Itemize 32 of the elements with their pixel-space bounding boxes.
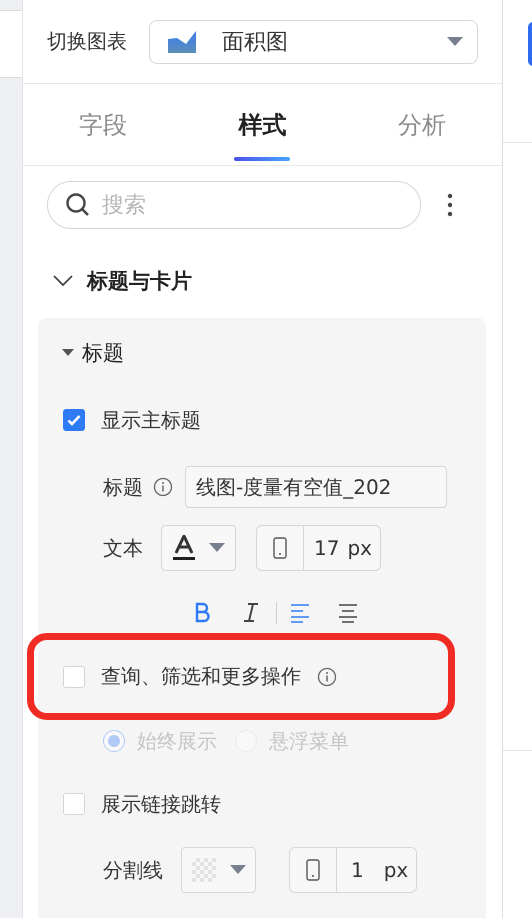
subsection-header[interactable]: 标题 bbox=[38, 318, 130, 388]
divider-label: 分割线 bbox=[103, 856, 163, 884]
info-icon[interactable] bbox=[153, 477, 173, 497]
align-left-icon bbox=[290, 602, 310, 624]
checkbox[interactable] bbox=[63, 409, 85, 431]
section-header[interactable]: 标题与卡片 bbox=[23, 244, 198, 318]
divider-color-dropdown[interactable] bbox=[181, 847, 256, 893]
title-label: 标题 bbox=[103, 474, 143, 500]
chevron-icon bbox=[53, 275, 73, 287]
chart-switch-label: 切换图表 bbox=[47, 28, 127, 55]
caret-icon bbox=[230, 865, 246, 875]
text-label: 文本 bbox=[103, 534, 143, 562]
line-width-field[interactable]: 1 px bbox=[289, 847, 418, 893]
text-color-dropdown[interactable] bbox=[161, 525, 236, 571]
caret-icon bbox=[447, 36, 463, 46]
link-jump-label: 展示链接跳转 bbox=[101, 790, 221, 818]
more-icon[interactable] bbox=[447, 193, 453, 217]
title-input[interactable]: 线图-度量有空值_202 bbox=[185, 466, 447, 508]
font-size-field[interactable]: 17 px bbox=[256, 525, 381, 571]
caret-icon bbox=[208, 543, 224, 553]
chart-type-dropdown[interactable]: 面积图 bbox=[149, 20, 478, 64]
search-field[interactable]: 搜索 bbox=[47, 181, 421, 229]
align-center-icon bbox=[338, 602, 358, 624]
tab[interactable]: 样式 bbox=[182, 84, 342, 165]
caret-icon bbox=[62, 349, 74, 357]
font-color-icon bbox=[172, 535, 194, 561]
phone-icon bbox=[273, 537, 287, 559]
show-title-label: 显示主标题 bbox=[101, 406, 201, 434]
query-actions-label: 查询、筛选和更多操作 bbox=[101, 663, 301, 690]
area-chart-icon bbox=[168, 30, 196, 52]
info-icon[interactable] bbox=[317, 666, 337, 686]
phone-icon bbox=[306, 859, 320, 881]
